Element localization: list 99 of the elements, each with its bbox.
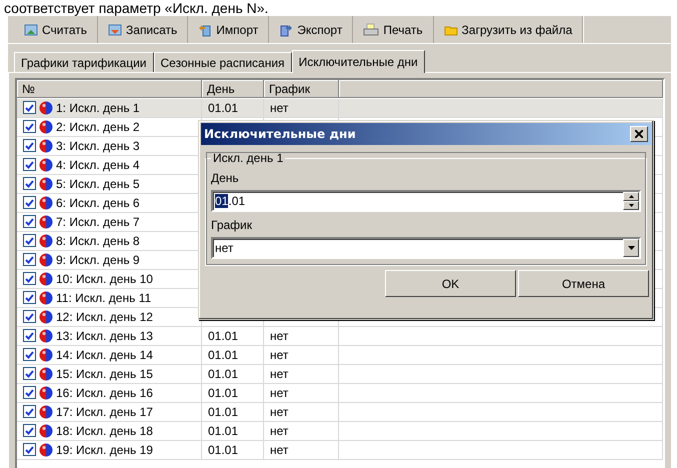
- close-icon: [635, 130, 643, 138]
- schedule-cell: нет: [270, 424, 288, 438]
- checkbox[interactable]: [23, 196, 36, 210]
- sphere-icon: [39, 424, 53, 438]
- schedule-cell: нет: [270, 404, 288, 419]
- toolbar-button[interactable]: Импорт: [188, 16, 270, 43]
- spin-up-button[interactable]: [623, 192, 639, 201]
- table-row[interactable]: 14: Искл. день 14 01.01 нет: [17, 346, 663, 365]
- sphere-icon: [39, 328, 53, 343]
- row-name: 14: Искл. день 14: [56, 348, 153, 362]
- schedule-cell: нет: [270, 442, 288, 457]
- dialog-button[interactable]: OK: [385, 270, 516, 297]
- day-cell: 01.01: [208, 404, 238, 419]
- column-header[interactable]: День: [202, 80, 264, 98]
- day-cell: 01.01: [208, 366, 238, 381]
- day-cell: 01.01: [208, 424, 238, 438]
- day-cell: 01.01: [208, 348, 238, 362]
- checkbox[interactable]: [23, 424, 36, 438]
- table-row[interactable]: 17: Искл. день 17 01.01 нет: [17, 402, 663, 422]
- checkbox[interactable]: [23, 405, 36, 418]
- row-name: 2: Искл. день 2: [56, 120, 140, 134]
- schedule-cell: нет: [270, 366, 288, 381]
- row-name: 12: Искл. день 12: [56, 310, 153, 324]
- table-row[interactable]: 19: Искл. день 19 01.01 нет: [17, 440, 663, 460]
- row-name: 7: Искл. день 7: [56, 214, 140, 229]
- row-name: 16: Искл. день 16: [56, 386, 153, 400]
- tab[interactable]: Исключительные дни: [292, 50, 425, 73]
- row-name: 4: Искл. день 4: [56, 158, 140, 172]
- sphere-icon: [39, 442, 53, 457]
- checkbox[interactable]: [23, 215, 36, 228]
- spin-down-button[interactable]: [623, 201, 639, 210]
- sphere-icon: [39, 366, 53, 381]
- schedule-cell: нет: [270, 100, 288, 115]
- schedule-cell: нет: [270, 386, 288, 400]
- day-cell: 01.01: [208, 442, 238, 457]
- row-name: 1: Искл. день 1: [56, 100, 140, 115]
- row-name: 18: Искл. день 18: [56, 424, 153, 438]
- table-row[interactable]: 15: Искл. день 15 01.01 нет: [17, 364, 663, 384]
- schedule-cell: нет: [270, 328, 288, 343]
- checkbox[interactable]: [23, 310, 36, 324]
- day-cell: 01.01: [208, 100, 238, 115]
- toolbar-button[interactable]: Загрузить из файла: [434, 16, 584, 43]
- checkbox[interactable]: [23, 139, 36, 152]
- sphere-icon: [39, 386, 53, 400]
- toolbar-button[interactable]: Экспорт: [269, 16, 354, 43]
- export-icon: [279, 22, 294, 36]
- row-name: 15: Искл. день 15: [56, 366, 153, 381]
- caret-down-icon: [628, 204, 634, 207]
- tab[interactable]: Графики тарификации: [14, 52, 154, 72]
- checkbox[interactable]: [23, 253, 36, 266]
- checkbox[interactable]: [23, 177, 36, 190]
- checkbox[interactable]: [23, 443, 36, 456]
- import-icon: [198, 22, 212, 36]
- checkbox[interactable]: [23, 367, 36, 380]
- row-name: 19: Искл. день 19: [56, 442, 153, 457]
- table-row[interactable]: 16: Искл. день 16 01.01 нет: [17, 384, 663, 403]
- checkbox[interactable]: [23, 329, 36, 342]
- checkbox[interactable]: [23, 272, 36, 286]
- checkbox[interactable]: [23, 386, 36, 400]
- day-spin-field[interactable]: 01.01: [211, 190, 641, 212]
- close-button[interactable]: [630, 126, 648, 142]
- table-row[interactable]: 13: Искл. день 13 01.01 нет: [17, 326, 663, 346]
- toolbar-button[interactable]: Записать: [98, 16, 188, 43]
- row-name: 11: Искл. день 11: [56, 290, 152, 305]
- field-label: График: [211, 218, 253, 232]
- row-name: 17: Искл. день 17: [56, 404, 153, 419]
- table-row[interactable]: 1: Искл. день 1 01.01 нет: [17, 98, 663, 118]
- checkbox[interactable]: [23, 120, 36, 134]
- row-name: 3: Искл. день 3: [56, 138, 140, 153]
- caption-text: соответствует параметр «Искл. день N».: [3, 0, 270, 16]
- column-header[interactable]: График: [264, 80, 339, 98]
- checkbox[interactable]: [23, 158, 36, 172]
- day-cell: 01.01: [208, 386, 238, 400]
- checkbox[interactable]: [23, 234, 36, 248]
- sphere-icon: [39, 100, 53, 115]
- day-cell: 01.01: [208, 328, 238, 343]
- table-row[interactable]: 18: Искл. день 18 01.01 нет: [17, 422, 663, 441]
- column-header[interactable]: №: [17, 80, 202, 98]
- row-name: 9: Искл. день 9: [56, 252, 140, 267]
- row-name: 13: Искл. день 13: [56, 328, 153, 343]
- dialog-title: Исключительные дни: [204, 127, 356, 141]
- row-name: 8: Искл. день 8: [56, 234, 140, 248]
- schedule-cell: нет: [270, 348, 288, 362]
- toolbar-button[interactable]: Печать: [353, 16, 434, 43]
- row-name: 6: Искл. день 6: [56, 196, 140, 210]
- printer-icon: [363, 22, 380, 36]
- sphere-icon: [39, 404, 53, 419]
- tab[interactable]: Сезонные расписания: [154, 52, 292, 72]
- schedule-dropdown[interactable]: нет: [211, 237, 641, 259]
- field-label: День: [211, 171, 240, 185]
- row-name: 10: Искл. день 10: [56, 272, 153, 286]
- group-title: Искл. день 1: [212, 151, 284, 165]
- checkbox[interactable]: [23, 101, 36, 114]
- folder-icon: [444, 24, 458, 36]
- dialog-button[interactable]: Отмена: [518, 270, 649, 297]
- sphere-icon: [39, 348, 53, 362]
- checkbox[interactable]: [23, 291, 36, 304]
- checkbox[interactable]: [23, 348, 36, 362]
- row-name: 5: Искл. день 5: [56, 176, 140, 191]
